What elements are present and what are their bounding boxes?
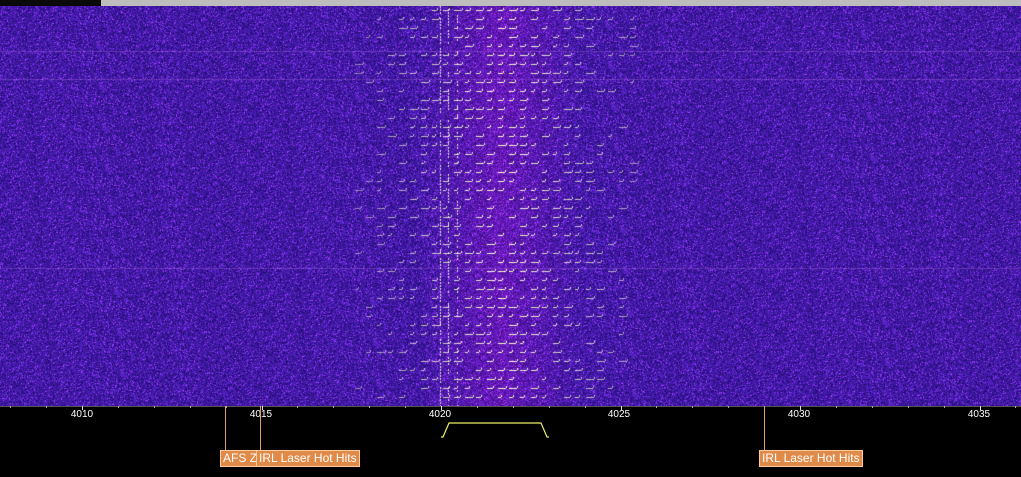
freq-label-4025: 4025 (607, 409, 631, 420)
scale-tick (872, 406, 873, 408)
scale-tick (549, 406, 550, 408)
scale-tick (369, 406, 370, 408)
scale-tick (477, 406, 478, 408)
scale-tick (46, 406, 47, 408)
scale-tick (10, 406, 11, 408)
freq-label-4015: 4015 (249, 409, 273, 420)
scale-tick (836, 406, 837, 408)
scale-tick (1015, 406, 1016, 408)
freq-label-4035: 4035 (967, 409, 991, 420)
sdr-waterfall-window: 4010 4015 4020 4025 4030 4035 AFS Z IRL … (0, 0, 1021, 477)
waterfall-display[interactable] (0, 6, 1021, 406)
freq-label-4010: 4010 (70, 409, 94, 420)
marker-line-irl-1 (260, 406, 261, 452)
scale-tick (980, 406, 981, 410)
marker-label-irl-2[interactable]: IRL Laser Hot Hits (759, 450, 863, 467)
scale-tick (405, 406, 406, 408)
scale-tick (728, 406, 729, 408)
scale-tick (621, 406, 622, 410)
marker-line-afs (225, 406, 226, 452)
scale-tick (333, 406, 334, 408)
scale-tick (118, 406, 119, 408)
scale-tick (800, 406, 801, 410)
scale-tick (585, 406, 586, 408)
marker-line-irl-2 (764, 406, 765, 452)
scale-tick (154, 406, 155, 408)
marker-label-afs[interactable]: AFS Z (220, 450, 259, 467)
scale-tick (262, 406, 263, 410)
freq-label-4030: 4030 (787, 409, 811, 420)
scale-tick (692, 406, 693, 408)
scale-tick (908, 406, 909, 408)
scale-tick (190, 406, 191, 408)
scale-tick (656, 406, 657, 408)
passband-filter-indicator[interactable] (437, 420, 553, 440)
scale-tick (82, 406, 83, 410)
scale-tick (513, 406, 514, 408)
scale-tick (297, 406, 298, 408)
frequency-scale[interactable]: 4010 4015 4020 4025 4030 4035 AFS Z IRL … (0, 406, 1021, 477)
scale-tick (944, 406, 945, 408)
scale-tick (226, 406, 227, 408)
freq-label-4020: 4020 (428, 409, 452, 420)
marker-label-irl-1[interactable]: IRL Laser Hot Hits (256, 450, 360, 467)
scale-tick (764, 406, 765, 408)
scale-tick (441, 406, 442, 410)
